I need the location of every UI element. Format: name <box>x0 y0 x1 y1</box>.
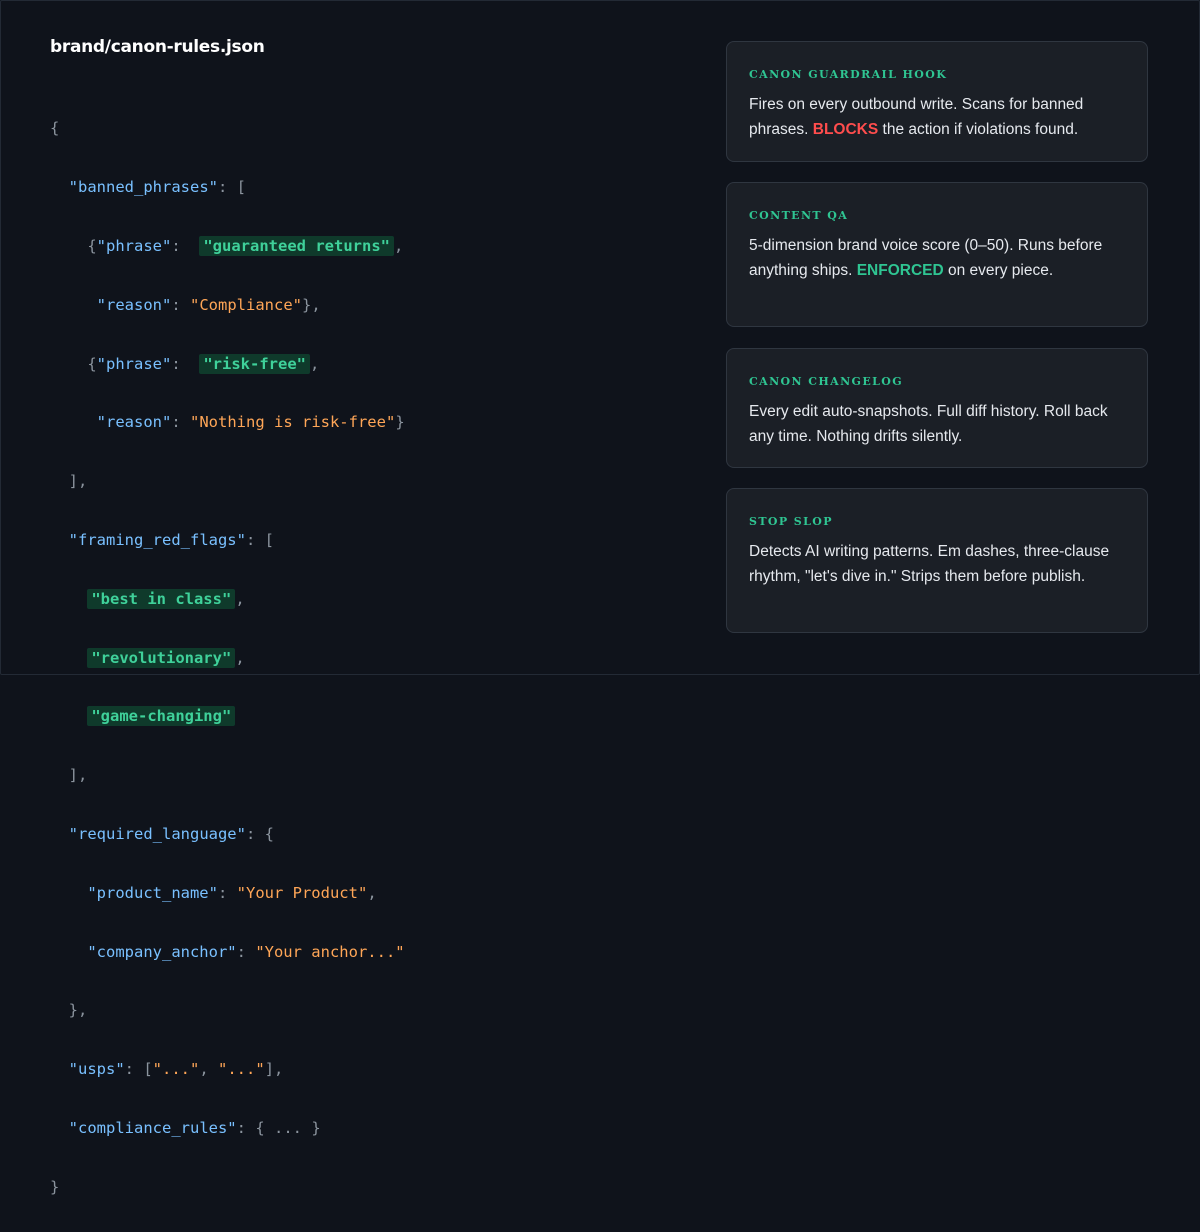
json-key-compliance-rules: "compliance_rules" <box>68 1118 237 1137</box>
code-line: {"phrase": "guaranteed returns", <box>87 236 404 256</box>
json-string-product: "Your Product" <box>236 883 368 902</box>
code-line: "company_anchor": "Your anchor..." <box>87 942 405 961</box>
card-content-qa: CONTENT QA 5-dimension brand voice score… <box>726 182 1148 327</box>
json-string-usp: "..." <box>218 1060 265 1079</box>
json-key-phrase: "phrase" <box>96 354 172 373</box>
code-line: ], <box>68 766 88 785</box>
json-key-product-name: "product_name" <box>87 883 218 902</box>
code-line: } <box>50 1173 405 1202</box>
json-close-brace: } <box>50 1177 60 1196</box>
code-line: "game-changing" <box>50 702 405 731</box>
code-line: "product_name": "Your Product", <box>87 883 377 902</box>
card-canon-guardrail-hook: CANON GUARDRAIL HOOK Fires on every outb… <box>726 41 1148 162</box>
code-line: }, <box>68 1001 88 1020</box>
red-flag-highlight: "revolutionary" <box>87 647 236 668</box>
banned-phrase-highlight: "guaranteed returns" <box>199 236 394 256</box>
json-key-usps: "usps" <box>68 1060 125 1079</box>
json-string-reason: "Compliance" <box>190 295 302 314</box>
card-description: 5-dimension brand voice score (0–50). Ru… <box>749 233 1125 283</box>
json-key-phrase: "phrase" <box>96 237 172 255</box>
card-title: CONTENT QA <box>749 209 849 222</box>
card-stop-slop: STOP SLOP Detects AI writing patterns. E… <box>726 488 1148 633</box>
code-line: "usps": ["...", "..."], <box>68 1060 284 1079</box>
code-block: { "banned_phrases": [ {"phrase": "guaran… <box>50 85 405 1232</box>
code-line: "framing_red_flags": [ <box>68 530 274 549</box>
blocks-highlight: BLOCKS <box>812 121 879 138</box>
card-description: Every edit auto-snapshots. Full diff his… <box>749 403 1108 445</box>
code-line: "required_language": { <box>68 824 274 843</box>
card-title: CANON GUARDRAIL HOOK <box>749 68 948 81</box>
json-key-company-anchor: "company_anchor" <box>87 942 237 961</box>
json-compliance-value: { ... } <box>255 1118 321 1137</box>
code-line: "revolutionary", <box>50 644 405 673</box>
code-line: "banned_phrases": [ <box>68 178 246 197</box>
card-description: Detects AI writing patterns. Em dashes, … <box>749 543 1110 585</box>
red-flag-highlight: "game-changing" <box>87 706 236 727</box>
code-line: {"phrase": "risk-free", <box>87 353 320 374</box>
card-title: STOP SLOP <box>749 515 833 528</box>
json-string-anchor: "Your anchor..." <box>255 942 405 961</box>
json-key-reason: "reason" <box>96 413 172 432</box>
enforced-highlight: ENFORCED <box>856 262 944 279</box>
json-key-banned-phrases: "banned_phrases" <box>68 178 218 197</box>
red-flag-highlight: "best in class" <box>87 588 236 609</box>
card-text-part: the action if violations found. <box>878 121 1079 138</box>
card-canon-changelog: CANON CHANGELOG Every edit auto-snapshot… <box>726 348 1148 468</box>
file-title: brand/canon-rules.json <box>50 37 265 57</box>
json-string-usp: "..." <box>152 1060 200 1079</box>
json-key-framing-red-flags: "framing_red_flags" <box>68 530 246 549</box>
json-key-required-language: "required_language" <box>68 824 246 843</box>
code-line: ], <box>68 472 88 491</box>
json-string-reason: "Nothing is risk-free" <box>190 413 396 432</box>
json-open-brace: { <box>50 119 60 138</box>
code-line: "reason": "Nothing is risk-free"} <box>96 413 405 432</box>
json-key-reason: "reason" <box>96 295 172 314</box>
code-line: { <box>50 114 405 143</box>
card-description: Fires on every outbound write. Scans for… <box>749 92 1125 142</box>
code-line: "best in class", <box>50 585 405 614</box>
card-text-part: on every piece. <box>943 262 1054 279</box>
banned-phrase-highlight: "risk-free" <box>199 353 310 374</box>
code-line: "reason": "Compliance"}, <box>96 295 321 314</box>
code-line: "compliance_rules": { ... } <box>68 1118 321 1137</box>
card-title: CANON CHANGELOG <box>749 375 904 388</box>
